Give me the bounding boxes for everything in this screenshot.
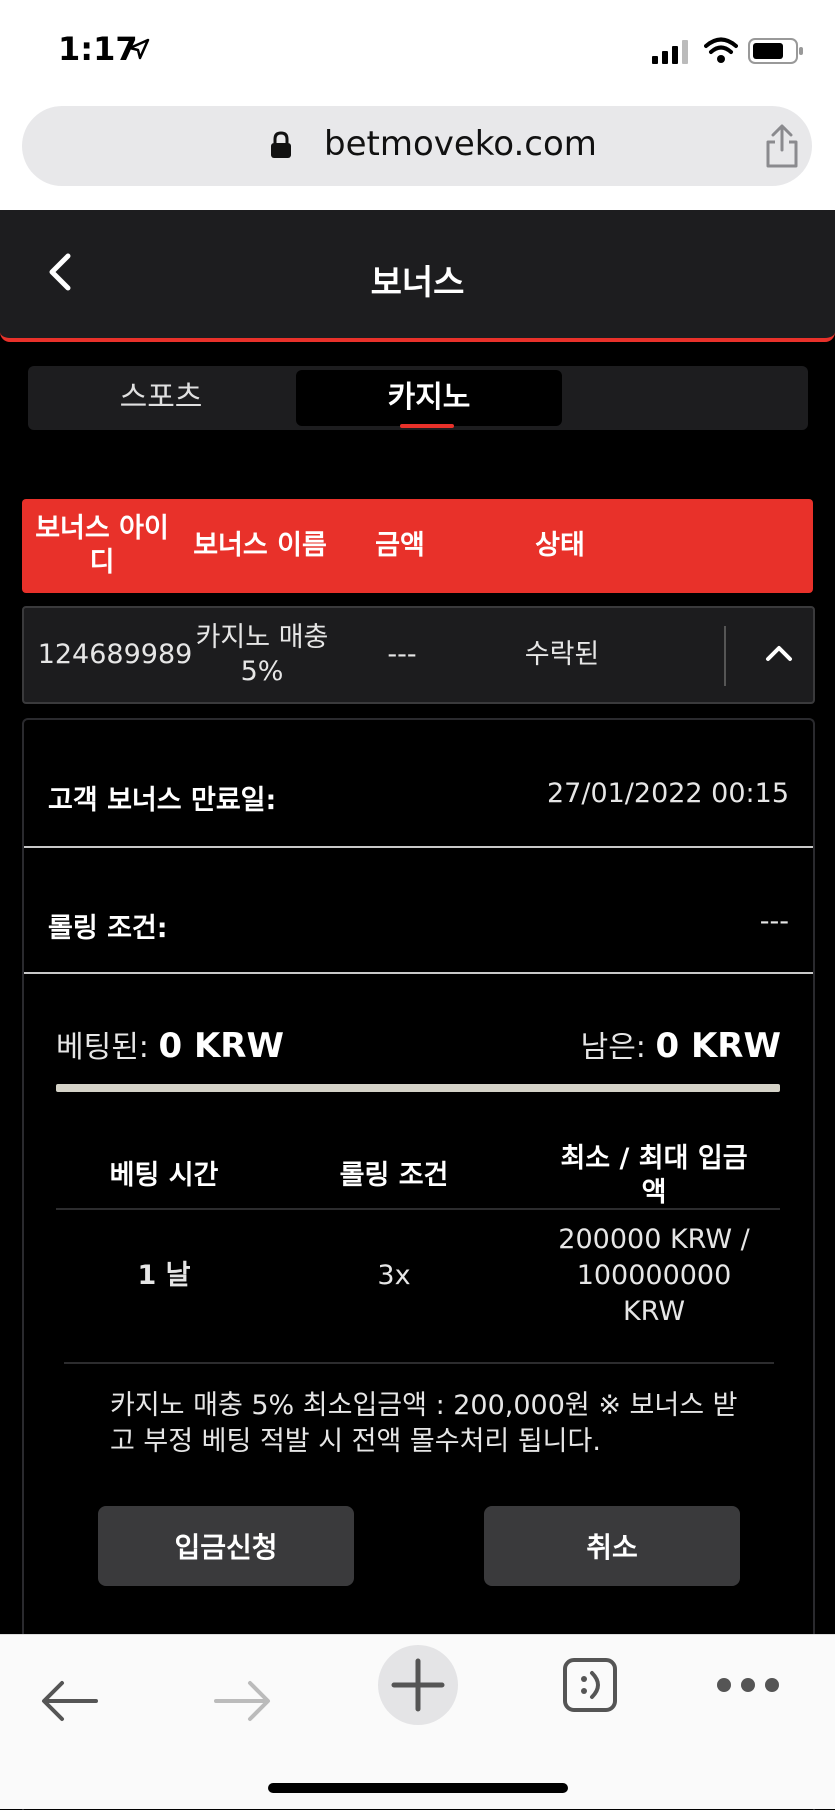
active-tab-indicator	[400, 424, 454, 428]
rolling-value: ---	[759, 906, 789, 937]
home-indicator	[268, 1783, 568, 1793]
page-title: 보너스	[370, 263, 465, 303]
remaining-value: 0 KRW	[655, 1026, 781, 1066]
cancel-button[interactable]: 취소	[484, 1506, 740, 1586]
bet-amount: 베팅된: 0 KRW	[56, 1022, 284, 1066]
inner-divider	[64, 1362, 774, 1364]
rolling-progress-bar	[56, 1084, 780, 1092]
bonus-name-cell: 카지노 매충 5%	[195, 622, 329, 687]
bet-value: 0 KRW	[158, 1026, 284, 1066]
tab-casino-label: 카지노	[387, 380, 471, 415]
address-bar[interactable]: betmoveko.com	[22, 106, 812, 186]
bet-time-cell: 1 날	[137, 1260, 191, 1291]
bonus-id-cell: 124689989	[37, 639, 193, 670]
divider	[24, 972, 813, 974]
tab-sports[interactable]: 스포츠	[28, 366, 294, 430]
expiry-value: 27/01/2022 00:15	[546, 778, 789, 809]
share-icon[interactable]	[764, 124, 800, 168]
table-row[interactable]: 124689989 카지노 매충 5% --- 수락된	[22, 606, 815, 704]
browser-url-area: betmoveko.com	[0, 102, 835, 210]
bonus-table-header: 보너스 아이디 보너스 이름 금액 상태	[22, 499, 813, 593]
deposit-request-button[interactable]: 입금신청	[98, 1506, 354, 1586]
header-bonus-id: 보너스 아이디	[35, 513, 169, 578]
header-status: 상태	[535, 530, 585, 561]
remaining-amount: 남은: 0 KRW	[581, 1022, 781, 1066]
lock-icon	[271, 131, 291, 158]
chevron-up-icon[interactable]	[764, 638, 794, 668]
back-arrow-icon[interactable]	[40, 1679, 100, 1723]
rolling-label: 롤링 조건:	[48, 913, 168, 944]
url-text: betmoveko.com	[324, 124, 597, 164]
browser-toolbar	[0, 1634, 835, 1809]
forward-arrow-icon[interactable]	[212, 1679, 272, 1723]
tab-casino[interactable]: 카지노	[296, 370, 562, 428]
expiry-label: 고객 보너스 만료일:	[48, 785, 277, 816]
amount-cell: ---	[387, 639, 417, 670]
remaining-label: 남은:	[580, 1030, 646, 1065]
rolling-cell: 3x	[377, 1260, 411, 1291]
deposit-range-cell: 200000 KRW / 100000000 KRW	[558, 1224, 750, 1327]
status-time: 1:17	[58, 30, 138, 68]
status-cell: 수락된	[524, 639, 600, 670]
row-divider	[724, 626, 726, 686]
battery-icon	[748, 38, 803, 64]
app-header: 보너스	[0, 210, 835, 342]
new-tab-plus-icon[interactable]	[376, 1643, 460, 1727]
header-bonus-name: 보너스 이름	[193, 530, 327, 561]
header-amount: 금액	[375, 530, 425, 561]
location-arrow-icon	[128, 38, 150, 60]
more-options-icon[interactable]	[716, 1675, 780, 1695]
inner-divider	[56, 1208, 780, 1210]
category-tabs: 스포츠 카지노	[28, 366, 808, 430]
divider	[24, 846, 813, 848]
cellular-signal-icon	[652, 40, 688, 64]
status-bar: 1:17	[0, 0, 835, 102]
bet-label: 베팅된:	[56, 1030, 149, 1065]
wifi-icon	[704, 37, 738, 63]
bonus-note: 카지노 매충 5% 최소입금액 : 200,000원 ※ 보너스 받고 부정 베…	[110, 1390, 738, 1457]
tabs-switcher-icon[interactable]	[562, 1657, 618, 1713]
